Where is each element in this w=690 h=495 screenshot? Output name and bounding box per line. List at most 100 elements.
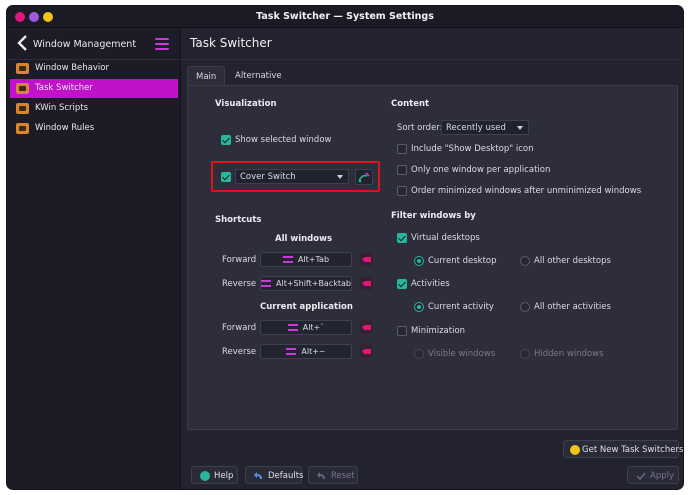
- shortcut-key-text: Alt+`: [302, 323, 325, 332]
- all-other-activities-radio[interactable]: [520, 302, 530, 312]
- clear-shortcut-icon[interactable]: [360, 253, 373, 266]
- page-title: Task Switcher: [190, 36, 272, 50]
- forward-label: Forward: [222, 323, 257, 333]
- visualization-heading: Visualization: [215, 99, 277, 109]
- tab-main[interactable]: Main: [187, 66, 226, 86]
- all-reverse-shortcut-button[interactable]: Alt+Shift+Backtab: [260, 276, 352, 291]
- back-arrow-icon[interactable]: [16, 35, 30, 51]
- shortcut-key-text: Alt+Tab: [297, 255, 330, 264]
- button-label: Apply: [650, 471, 674, 481]
- sort-order-value: Recently used: [446, 123, 506, 133]
- show-selected-window-label: Show selected window: [235, 135, 332, 145]
- app-reverse-shortcut-button[interactable]: Alt+~: [260, 344, 352, 359]
- order-minimized-checkbox[interactable]: [397, 186, 407, 196]
- button-label: Get New Task Switchers...: [582, 445, 684, 455]
- include-show-desktop-checkbox[interactable]: [397, 144, 407, 154]
- minimization-checkbox[interactable]: [397, 326, 407, 336]
- tab-panel: Visualization Show selected window Cover…: [187, 85, 678, 430]
- switcher-style-dropdown[interactable]: Cover Switch: [235, 169, 349, 184]
- activities-checkbox[interactable]: [397, 279, 407, 289]
- checkmark-icon: [636, 472, 646, 481]
- virtual-desktops-label: Virtual desktops: [411, 233, 480, 243]
- reverse-label: Reverse: [222, 347, 257, 357]
- settings-window: Task Switcher — System Settings Window M…: [6, 5, 684, 490]
- keyboard-shortcut-icon: [261, 280, 272, 287]
- filter-heading: Filter windows by: [391, 211, 476, 221]
- button-label: Defaults: [268, 471, 304, 481]
- page-header: Task Switcher: [182, 28, 683, 60]
- all-other-desktops-radio[interactable]: [520, 256, 530, 266]
- sort-order-label: Sort order:: [397, 123, 443, 133]
- show-selected-window-checkbox[interactable]: [221, 135, 231, 145]
- configure-effect-button[interactable]: [355, 169, 373, 185]
- chevron-down-icon: [517, 126, 523, 130]
- current-application-heading: Current application: [260, 302, 353, 312]
- undo-icon: [317, 472, 325, 479]
- current-activity-radio[interactable]: [414, 302, 424, 312]
- all-other-desktops-label: All other desktops: [534, 256, 611, 266]
- button-label: Reset: [331, 471, 355, 481]
- sidebar-item-label: Window Rules: [35, 123, 95, 133]
- activities-label: Activities: [411, 279, 450, 289]
- shortcut-key-text: Alt+Shift+Backtab: [276, 279, 351, 288]
- order-minimized-label: Order minimized windows after unminimize…: [411, 186, 642, 196]
- star-icon: [570, 445, 580, 455]
- window-title: Task Switcher — System Settings: [256, 11, 434, 22]
- virtual-desktops-checkbox[interactable]: [397, 233, 407, 243]
- window-settings-icon: [16, 63, 29, 74]
- keyboard-shortcut-icon: [286, 348, 297, 355]
- clear-shortcut-icon[interactable]: [360, 321, 373, 334]
- sidebar-title: Window Management: [33, 39, 137, 50]
- chevron-down-icon: [337, 175, 343, 179]
- sort-order-dropdown[interactable]: Recently used: [441, 120, 529, 135]
- only-one-window-checkbox[interactable]: [397, 165, 407, 175]
- main-content: Task Switcher Main Alternative Visualiza…: [182, 28, 683, 489]
- hidden-windows-label: Hidden windows: [534, 349, 604, 359]
- window-settings-icon: [16, 123, 29, 134]
- current-desktop-label: Current desktop: [428, 256, 497, 266]
- sidebar: Window Management Window Behavior Task S…: [7, 28, 181, 489]
- all-other-activities-label: All other activities: [534, 302, 611, 312]
- visible-windows-label: Visible windows: [428, 349, 496, 359]
- visible-windows-radio[interactable]: [414, 349, 424, 359]
- app-forward-shortcut-button[interactable]: Alt+`: [260, 320, 352, 335]
- only-one-window-label: Only one window per application: [411, 165, 551, 175]
- clear-shortcut-icon[interactable]: [360, 277, 373, 290]
- hamburger-menu-icon[interactable]: [155, 38, 169, 50]
- sidebar-item-task-switcher[interactable]: Task Switcher: [10, 79, 178, 98]
- all-forward-shortcut-button[interactable]: Alt+Tab: [260, 252, 352, 267]
- window-settings-icon: [16, 103, 29, 114]
- sidebar-item-window-behavior[interactable]: Window Behavior: [10, 59, 178, 78]
- sidebar-header: Window Management: [7, 28, 181, 60]
- sidebar-item-label: Task Switcher: [35, 83, 93, 93]
- all-windows-heading: All windows: [275, 234, 333, 244]
- sidebar-item-label: Window Behavior: [35, 63, 109, 73]
- sidebar-item-kwin-scripts[interactable]: KWin Scripts: [10, 99, 178, 118]
- tab-alternative[interactable]: Alternative: [227, 66, 290, 86]
- switcher-style-value: Cover Switch: [240, 172, 296, 182]
- reverse-label: Reverse: [222, 279, 257, 289]
- keyboard-shortcut-icon: [282, 256, 293, 263]
- sidebar-item-window-rules[interactable]: Window Rules: [10, 119, 178, 138]
- configure-icon: [358, 172, 370, 183]
- help-button[interactable]: Help: [191, 466, 238, 484]
- shortcut-key-text: Alt+~: [301, 347, 326, 356]
- content-heading: Content: [391, 99, 430, 109]
- shortcuts-heading: Shortcuts: [215, 215, 262, 225]
- button-label: Help: [214, 471, 234, 481]
- reset-button[interactable]: Reset: [308, 466, 358, 484]
- forward-label: Forward: [222, 255, 257, 265]
- current-desktop-radio[interactable]: [414, 256, 424, 266]
- clear-shortcut-icon[interactable]: [360, 345, 373, 358]
- include-show-desktop-label: Include "Show Desktop" icon: [411, 144, 534, 154]
- apply-button[interactable]: Apply: [627, 466, 679, 484]
- current-activity-label: Current activity: [428, 302, 494, 312]
- title-bar: Task Switcher — System Settings: [7, 6, 683, 28]
- switcher-enable-checkbox[interactable]: [221, 172, 231, 182]
- minimization-label: Minimization: [411, 326, 466, 336]
- sidebar-item-label: KWin Scripts: [35, 103, 89, 113]
- window-settings-icon: [16, 83, 29, 94]
- get-new-task-switchers-button[interactable]: Get New Task Switchers...: [563, 440, 683, 458]
- defaults-button[interactable]: Defaults: [245, 466, 304, 484]
- hidden-windows-radio[interactable]: [520, 349, 530, 359]
